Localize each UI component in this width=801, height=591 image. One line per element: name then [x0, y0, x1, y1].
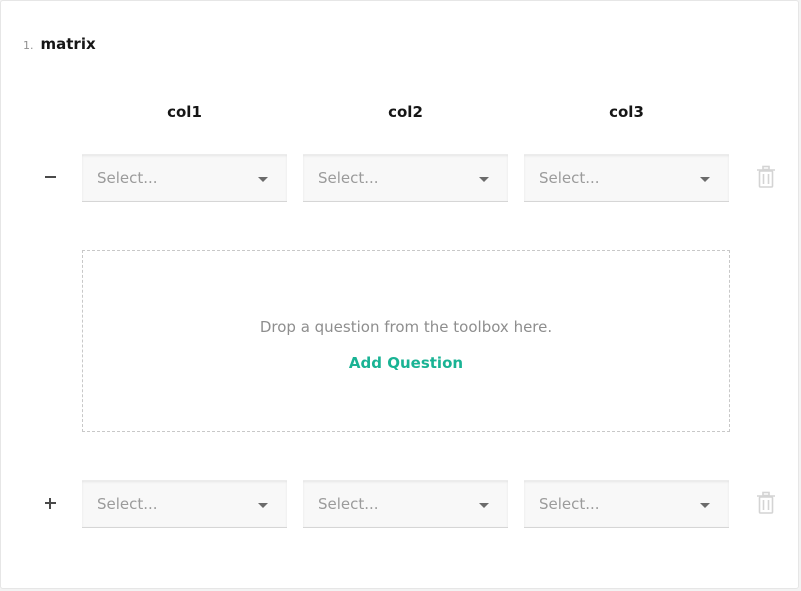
- remove-row-1-button[interactable]: [755, 165, 777, 189]
- detail-panel-dropzone[interactable]: Drop a question from the toolbox here. A…: [82, 250, 730, 432]
- row-1-col-1-select[interactable]: Select...: [82, 154, 287, 202]
- row-1-col-3-select[interactable]: Select...: [524, 154, 729, 202]
- question-title[interactable]: matrix: [41, 35, 96, 53]
- caret-down-icon: [700, 177, 710, 182]
- caret-down-icon: [700, 503, 710, 508]
- column-header-1: col1: [167, 103, 202, 121]
- caret-down-icon: [479, 503, 489, 508]
- dropzone-hint: Drop a question from the toolbox here.: [259, 318, 553, 336]
- question-number: 1.: [23, 39, 34, 52]
- remove-row-2-button[interactable]: [755, 491, 777, 515]
- select-placeholder: Select...: [97, 495, 158, 513]
- row-2-col-2-select[interactable]: Select...: [303, 480, 508, 528]
- select-placeholder: Select...: [318, 495, 379, 513]
- row-1-col-2-select[interactable]: Select...: [303, 154, 508, 202]
- select-placeholder: Select...: [539, 495, 600, 513]
- caret-down-icon: [258, 177, 268, 182]
- question-title-row: 1. matrix: [23, 35, 96, 57]
- select-placeholder: Select...: [318, 169, 379, 187]
- add-question-link[interactable]: Add Question: [83, 354, 729, 372]
- matrix-question-card: 1. matrix col1 col2 col3 Select... Selec…: [0, 0, 799, 589]
- caret-down-icon: [258, 503, 268, 508]
- column-header-3: col3: [609, 103, 644, 121]
- caret-down-icon: [479, 177, 489, 182]
- minus-icon: [44, 176, 56, 178]
- column-header-2: col2: [388, 103, 423, 121]
- row-2-col-1-select[interactable]: Select...: [82, 480, 287, 528]
- select-placeholder: Select...: [97, 169, 158, 187]
- plus-icon: [44, 497, 56, 509]
- collapse-row-button[interactable]: [39, 166, 61, 188]
- trash-icon: [757, 491, 775, 514]
- expand-row-button[interactable]: [39, 492, 61, 514]
- trash-icon: [757, 165, 775, 188]
- select-placeholder: Select...: [539, 169, 600, 187]
- row-2-col-3-select[interactable]: Select...: [524, 480, 729, 528]
